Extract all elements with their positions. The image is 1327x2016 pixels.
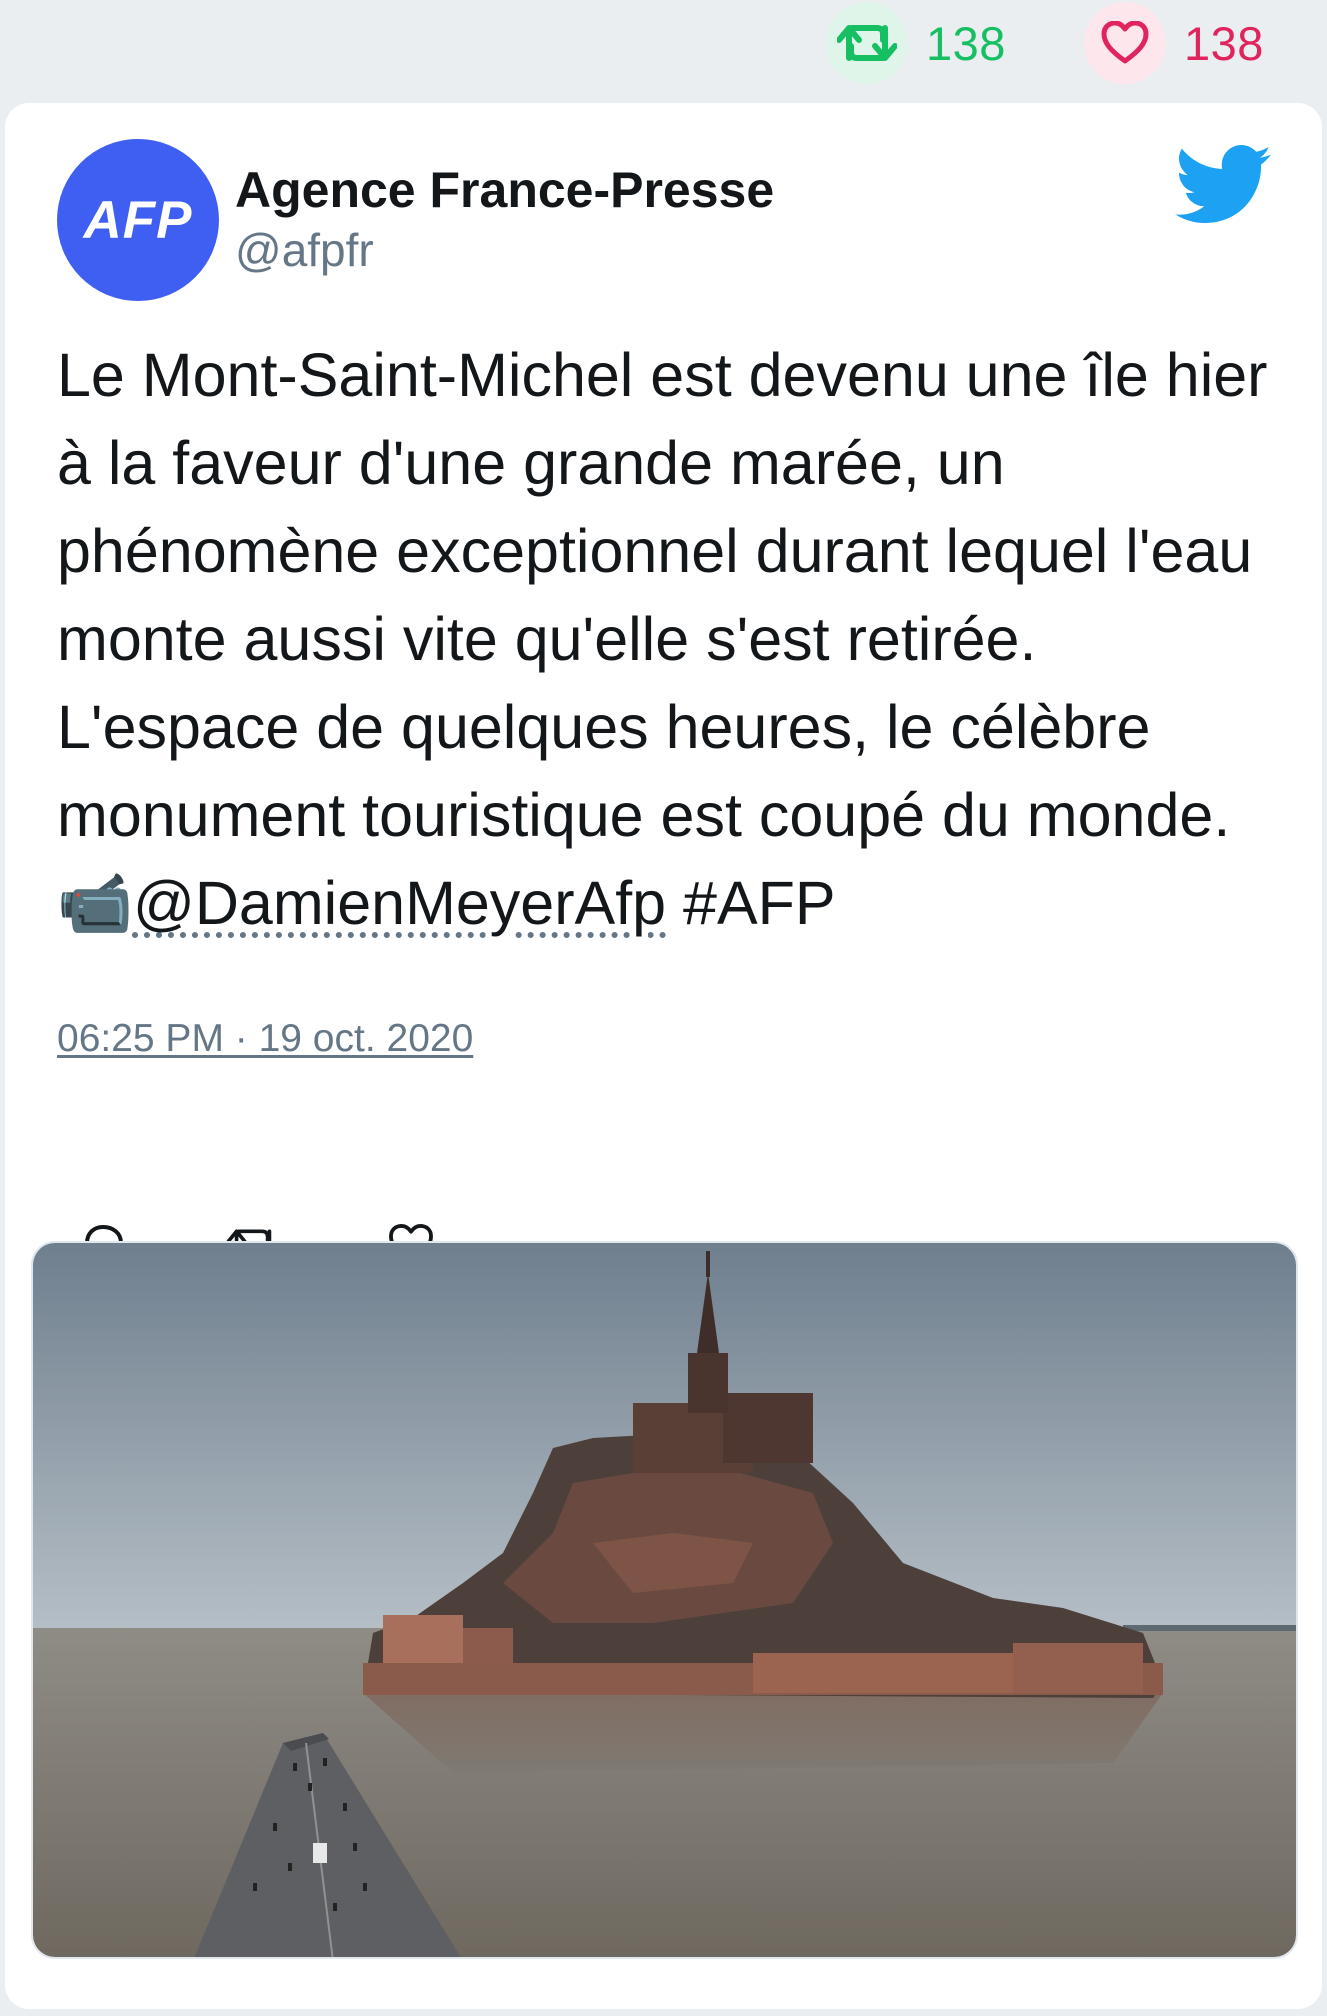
tweet-body: Le Mont-Saint-Michel est devenu une île … — [57, 341, 1268, 849]
camera-emoji: 📹 — [57, 869, 133, 937]
author-handle[interactable]: @afpfr — [235, 223, 374, 277]
tweet-timestamp[interactable]: 06:25 PM · 19 oct. 2020 — [57, 1017, 473, 1061]
retweet-count: 138 — [926, 16, 1006, 70]
tweet-media-photo[interactable] — [31, 1241, 1298, 1959]
avatar[interactable]: AFP — [57, 139, 219, 301]
tweet-card: AFP Agence France-Presse @afpfr Le Mont-… — [5, 103, 1322, 2009]
engagement-bar: 138 138 — [0, 0, 1327, 100]
like-count: 138 — [1184, 16, 1264, 70]
retweet-stat[interactable]: 138 — [826, 2, 1006, 84]
tweet-text: Le Mont-Saint-Michel est devenu une île … — [57, 331, 1287, 947]
retweet-icon[interactable] — [826, 2, 908, 84]
twitter-bird-icon[interactable] — [1175, 145, 1271, 225]
heart-icon[interactable] — [1084, 2, 1166, 84]
author-name[interactable]: Agence France-Presse — [235, 161, 774, 219]
avatar-logo: AFP — [83, 190, 193, 250]
like-stat[interactable]: 138 — [1084, 2, 1264, 84]
hashtag-link[interactable]: #AFP — [666, 869, 836, 937]
mention-link[interactable]: @DamienMeyerAfp — [133, 869, 666, 937]
